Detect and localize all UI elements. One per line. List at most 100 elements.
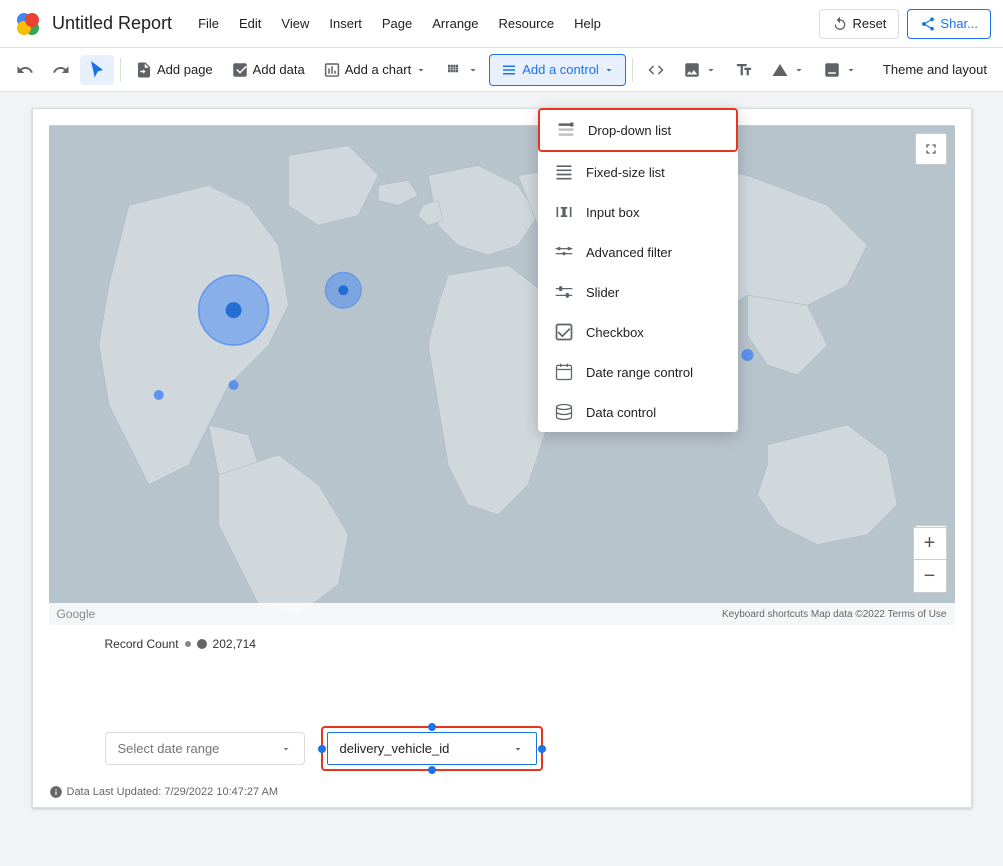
report-canvas: + − Google Keyboard shortcuts Map data ©… <box>32 108 972 808</box>
menu-help[interactable]: Help <box>564 12 611 35</box>
main-area: + − Google Keyboard shortcuts Map data ©… <box>0 92 1003 866</box>
date-range-chevron-icon <box>280 743 292 755</box>
south-america-dot <box>153 390 163 400</box>
input-box-label: Input box <box>586 205 640 220</box>
line-icon <box>823 61 841 79</box>
date-range-option[interactable]: Date range control <box>538 352 738 392</box>
undo-button[interactable] <box>8 55 42 85</box>
checkbox-option[interactable]: Checkbox <box>538 312 738 352</box>
legend-row: Record Count 202,714 <box>105 637 256 651</box>
menu-page[interactable]: Page <box>372 12 422 35</box>
slider-icon <box>554 282 574 302</box>
line-dropdown-icon <box>845 64 857 76</box>
menu-arrange[interactable]: Arrange <box>422 12 488 35</box>
menu-edit[interactable]: Edit <box>229 12 271 35</box>
text-button[interactable] <box>727 55 761 85</box>
menu-resource[interactable]: Resource <box>489 12 565 35</box>
theme-layout-button[interactable]: Theme and layout <box>875 56 995 83</box>
us-medium-dot <box>338 285 348 295</box>
advanced-filter-option[interactable]: Advanced filter <box>538 232 738 272</box>
add-chart-button[interactable]: Add a chart <box>315 55 436 85</box>
menu-file[interactable]: File <box>188 12 229 35</box>
slider-option[interactable]: Slider <box>538 272 738 312</box>
mexico-dot <box>228 380 238 390</box>
add-page-button[interactable]: Add page <box>127 55 221 85</box>
advanced-filter-icon <box>554 242 574 262</box>
select-tool-button[interactable] <box>80 55 114 85</box>
checkbox-label: Checkbox <box>586 325 644 340</box>
dropdown-list-option[interactable]: Drop-down list <box>540 110 736 150</box>
redo-icon <box>52 61 70 79</box>
reset-button[interactable]: Reset <box>819 9 899 39</box>
image-button[interactable] <box>675 55 725 85</box>
zoom-out-btn[interactable]: − <box>914 560 946 592</box>
line-button[interactable] <box>815 55 865 85</box>
date-range-option-label: Date range control <box>586 365 693 380</box>
add-data-icon <box>231 61 249 79</box>
shape-dropdown-icon <box>793 64 805 76</box>
us-center-dot <box>225 302 241 318</box>
sea-dot <box>741 349 753 361</box>
dropdown-control-wrapper: delivery_vehicle_id <box>321 726 543 771</box>
bottom-anchor <box>428 766 436 774</box>
image-icon <box>683 61 701 79</box>
add-data-button[interactable]: Add data <box>223 55 313 85</box>
data-control-option[interactable]: Data control <box>538 392 738 432</box>
input-box-option[interactable]: Input box <box>538 192 738 232</box>
data-footer: Data Last Updated: 7/29/2022 10:47:27 AM <box>49 785 279 799</box>
add-control-button[interactable]: Add a control <box>489 54 626 86</box>
fullscreen-btn[interactable] <box>915 133 947 165</box>
data-control-label: Data control <box>586 405 656 420</box>
fixed-size-list-label: Fixed-size list <box>586 165 665 180</box>
data-control-icon <box>554 402 574 422</box>
map-footer-right: Keyboard shortcuts Map data ©2022 Terms … <box>722 609 947 620</box>
redo-button[interactable] <box>44 55 78 85</box>
add-component-button[interactable] <box>437 55 487 85</box>
delivery-dropdown[interactable]: delivery_vehicle_id <box>327 732 537 765</box>
dropdown-list-label: Drop-down list <box>588 123 671 138</box>
zoom-controls: + − <box>913 527 947 593</box>
map-footer: Google Keyboard shortcuts Map data ©2022… <box>49 603 955 625</box>
fullscreen-icon <box>923 141 939 157</box>
info-circle-icon <box>49 785 63 799</box>
add-control-icon <box>500 61 518 79</box>
advanced-filter-label: Advanced filter <box>586 245 672 260</box>
code-icon <box>647 61 665 79</box>
legend-dot-small <box>185 641 191 647</box>
delivery-dropdown-value: delivery_vehicle_id <box>340 741 450 756</box>
top-right-actions: Reset Shar... <box>819 9 991 39</box>
fixed-size-list-option[interactable]: Fixed-size list <box>538 152 738 192</box>
map-container: + − Google Keyboard shortcuts Map data ©… <box>49 125 955 625</box>
menu-bar: File Edit View Insert Page Arrange Resou… <box>188 12 611 35</box>
menu-view[interactable]: View <box>271 12 319 35</box>
add-control-wrapper: Add a control <box>489 54 626 86</box>
shape-button[interactable] <box>763 55 813 85</box>
date-range-control[interactable]: Select date range <box>105 732 305 765</box>
app-logo <box>12 8 44 40</box>
delivery-dropdown-icon <box>512 743 524 755</box>
legend-value: 202,714 <box>213 637 256 651</box>
toolbar-separator-2 <box>632 58 633 82</box>
cursor-icon <box>88 61 106 79</box>
image-dropdown-icon <box>705 64 717 76</box>
undo-icon <box>16 61 34 79</box>
menu-insert[interactable]: Insert <box>319 12 372 35</box>
legend-dot-medium <box>197 639 207 649</box>
add-page-icon <box>135 61 153 79</box>
toolbar: Add page Add data Add a chart Add a cont… <box>0 48 1003 92</box>
component-icon <box>445 61 463 79</box>
share-button[interactable]: Shar... <box>907 9 991 39</box>
calendar-icon <box>554 362 574 382</box>
add-chart-dropdown-icon <box>415 64 427 76</box>
component-dropdown-icon <box>467 64 479 76</box>
shape-icon <box>771 61 789 79</box>
dropdown-list-icon <box>556 120 576 140</box>
data-footer-text: Data Last Updated: 7/29/2022 10:47:27 AM <box>67 786 279 798</box>
dropdown-list-option-border: Drop-down list <box>538 108 738 152</box>
add-chart-icon <box>323 61 341 79</box>
code-editor-button[interactable] <box>639 55 673 85</box>
zoom-in-btn[interactable]: + <box>914 528 946 560</box>
world-map <box>49 125 955 625</box>
left-anchor <box>318 745 326 753</box>
fixed-size-list-icon <box>554 162 574 182</box>
